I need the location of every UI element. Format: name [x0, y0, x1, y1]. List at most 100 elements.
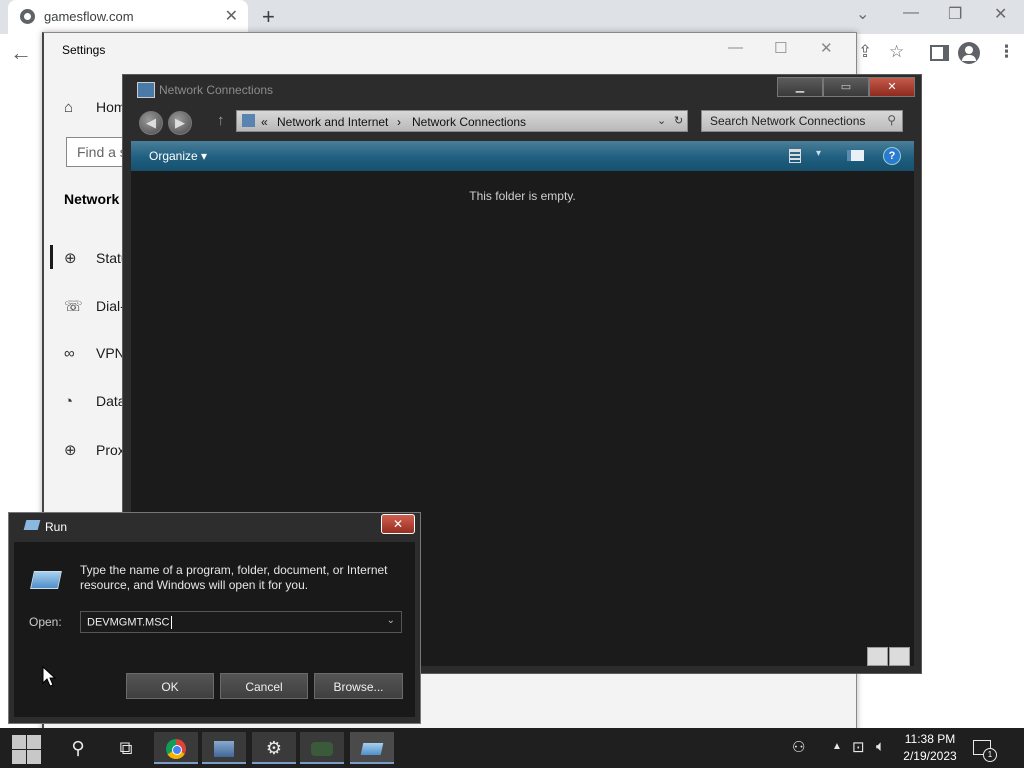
browser-tabstrip: gamesflow.com ✕ + ⌄ — ❐ ✕	[0, 0, 1024, 34]
back-button[interactable]: ←	[10, 40, 32, 66]
chrome-icon	[166, 739, 186, 760]
breadcrumb-overflow[interactable]: «	[261, 115, 268, 129]
settings-close-button[interactable]: ✕	[820, 39, 833, 57]
new-tab-button[interactable]: +	[262, 4, 275, 30]
network-disconnected-icon[interactable]: ⊡	[852, 738, 865, 756]
side-panel-icon[interactable]	[930, 45, 949, 61]
address-dropdown-icon[interactable]: ⌄	[657, 114, 666, 127]
browser-restore-button[interactable]: ❐	[948, 4, 962, 24]
nc-search-input[interactable]: Search Network Connections ⚲	[701, 110, 903, 132]
taskbar-game-button[interactable]	[300, 732, 344, 764]
taskbar-chrome-button[interactable]	[154, 732, 198, 764]
refresh-icon[interactable]: ↻	[674, 114, 683, 127]
settings-nav-status[interactable]: ⊕ Statu	[64, 249, 129, 267]
text-caret	[170, 616, 172, 629]
globe-icon	[20, 9, 35, 24]
vpn-icon: ∞	[64, 345, 75, 362]
nav-item-label: Dial-	[96, 298, 125, 314]
taskbar: ⚲ ⧉ ⚙ ⚇ ▲ ⊡ 🔈︎ 11:38 PM 2/19/2023 1	[0, 728, 1024, 768]
mouse-pointer-icon	[42, 666, 56, 687]
task-view-icon[interactable]: ⧉	[104, 732, 148, 764]
dialup-icon: ☏	[64, 298, 83, 315]
nav-item-label: VPN	[96, 345, 125, 361]
settings-section-title: Network	[64, 191, 120, 207]
data-usage-icon: ◔	[64, 393, 74, 410]
nc-back-button[interactable]: ◀	[139, 111, 163, 135]
large-icons-view-icon[interactable]	[889, 647, 910, 666]
settings-nav-dialup[interactable]: ☏ Dial-	[64, 297, 125, 315]
settings-nav-data-usage[interactable]: ◔ Data	[64, 393, 126, 410]
start-button[interactable]	[10, 732, 42, 764]
change-view-icon[interactable]	[789, 149, 801, 163]
tab-title: gamesflow.com	[44, 9, 134, 24]
control-panel-icon	[242, 114, 255, 127]
taskbar-settings-button[interactable]: ⚙	[252, 732, 296, 764]
run-titlebar[interactable]: Run ✕	[9, 513, 420, 539]
nc-address-bar[interactable]: « Network and Internet › Network Connect…	[236, 110, 688, 132]
run-app-icon	[23, 520, 41, 530]
notification-count-badge: 1	[983, 748, 997, 762]
settings-title: Settings	[62, 43, 106, 57]
people-icon[interactable]: ⚇	[792, 738, 805, 756]
nc-up-button[interactable]: ↑	[217, 112, 225, 129]
volume-muted-icon[interactable]: 🔈︎	[876, 738, 885, 755]
selected-item-indicator	[50, 245, 53, 269]
run-close-button[interactable]: ✕	[381, 514, 415, 534]
taskbar-remote-desktop-button[interactable]	[202, 732, 246, 764]
clock-time[interactable]: 11:38 PM	[903, 732, 957, 746]
run-body: Type the name of a program, folder, docu…	[14, 542, 415, 717]
settings-nav-vpn[interactable]: ∞ VPN	[64, 345, 125, 362]
browser-tab[interactable]: gamesflow.com ✕	[8, 0, 248, 34]
globe-icon: ⊕	[64, 250, 77, 267]
nc-maximize-button[interactable]: ▭	[823, 77, 869, 97]
breadcrumb-network-connections[interactable]: Network Connections	[412, 115, 526, 129]
tab-search-icon[interactable]: ⌄	[856, 4, 869, 24]
search-icon: ⚲	[887, 113, 896, 127]
browser-minimize-button[interactable]: —	[903, 4, 919, 22]
run-command-input[interactable]: DEVMGMT.MSC ⌄	[80, 611, 402, 633]
browse-button[interactable]: Browse...	[314, 673, 403, 699]
settings-home-item[interactable]: ⌂ Hom	[64, 99, 126, 116]
settings-nav-proxy[interactable]: ⊕ Prox	[64, 441, 125, 459]
proxy-icon: ⊕	[64, 442, 77, 459]
bookmark-star-icon[interactable]: ☆	[889, 42, 904, 62]
chevron-down-icon[interactable]: ⌄	[387, 615, 395, 626]
empty-folder-message: This folder is empty.	[469, 189, 576, 203]
nav-item-label: Prox	[96, 442, 125, 458]
nc-close-button[interactable]: ✕	[869, 77, 915, 97]
tab-close-icon[interactable]: ✕	[225, 6, 238, 26]
breadcrumb-network-and-internet[interactable]: Network and Internet	[277, 115, 388, 129]
settings-minimize-button[interactable]: —	[728, 39, 743, 56]
run-icon	[360, 743, 384, 756]
settings-maximize-button[interactable]: ☐	[774, 39, 787, 57]
network-folder-icon	[137, 82, 155, 98]
run-dialog: Run ✕ Type the name of a program, folder…	[8, 512, 421, 724]
home-icon: ⌂	[64, 99, 74, 116]
details-view-icon[interactable]	[867, 647, 888, 666]
run-title: Run	[45, 520, 68, 534]
run-open-label: Open:	[29, 615, 62, 629]
help-icon[interactable]: ?	[883, 147, 901, 165]
search-icon[interactable]: ⚲	[56, 732, 100, 764]
nc-minimize-button[interactable]: ▁	[777, 77, 823, 97]
breadcrumb-separator-icon: ›	[397, 115, 401, 129]
run-description: Type the name of a program, folder, docu…	[80, 563, 388, 592]
profile-avatar-icon[interactable]	[958, 42, 980, 64]
browser-close-button[interactable]: ✕	[994, 4, 1007, 24]
nc-forward-button[interactable]: ▶	[168, 111, 192, 135]
nc-command-bar: Organize ▾ ▾ ?	[131, 141, 914, 171]
ok-button[interactable]: OK	[126, 673, 214, 699]
run-program-icon	[30, 571, 62, 589]
view-options-dropdown-icon[interactable]: ▾	[816, 148, 821, 159]
clock-date[interactable]: 2/19/2023	[900, 749, 960, 763]
browser-menu-icon[interactable]: ⋮	[998, 42, 1015, 62]
nc-titlebar[interactable]: Network Connections ▁ ▭ ✕	[123, 75, 921, 103]
organize-menu-button[interactable]: Organize ▾	[149, 149, 207, 163]
share-icon[interactable]: ⇪	[858, 42, 872, 62]
taskbar-run-button[interactable]	[350, 732, 394, 764]
tray-overflow-icon[interactable]: ▲	[832, 741, 842, 752]
run-command-value: DEVMGMT.MSC	[87, 616, 170, 629]
nc-search-placeholder: Search Network Connections	[710, 114, 866, 128]
cancel-button[interactable]: Cancel	[220, 673, 308, 699]
preview-pane-icon[interactable]	[847, 150, 864, 161]
